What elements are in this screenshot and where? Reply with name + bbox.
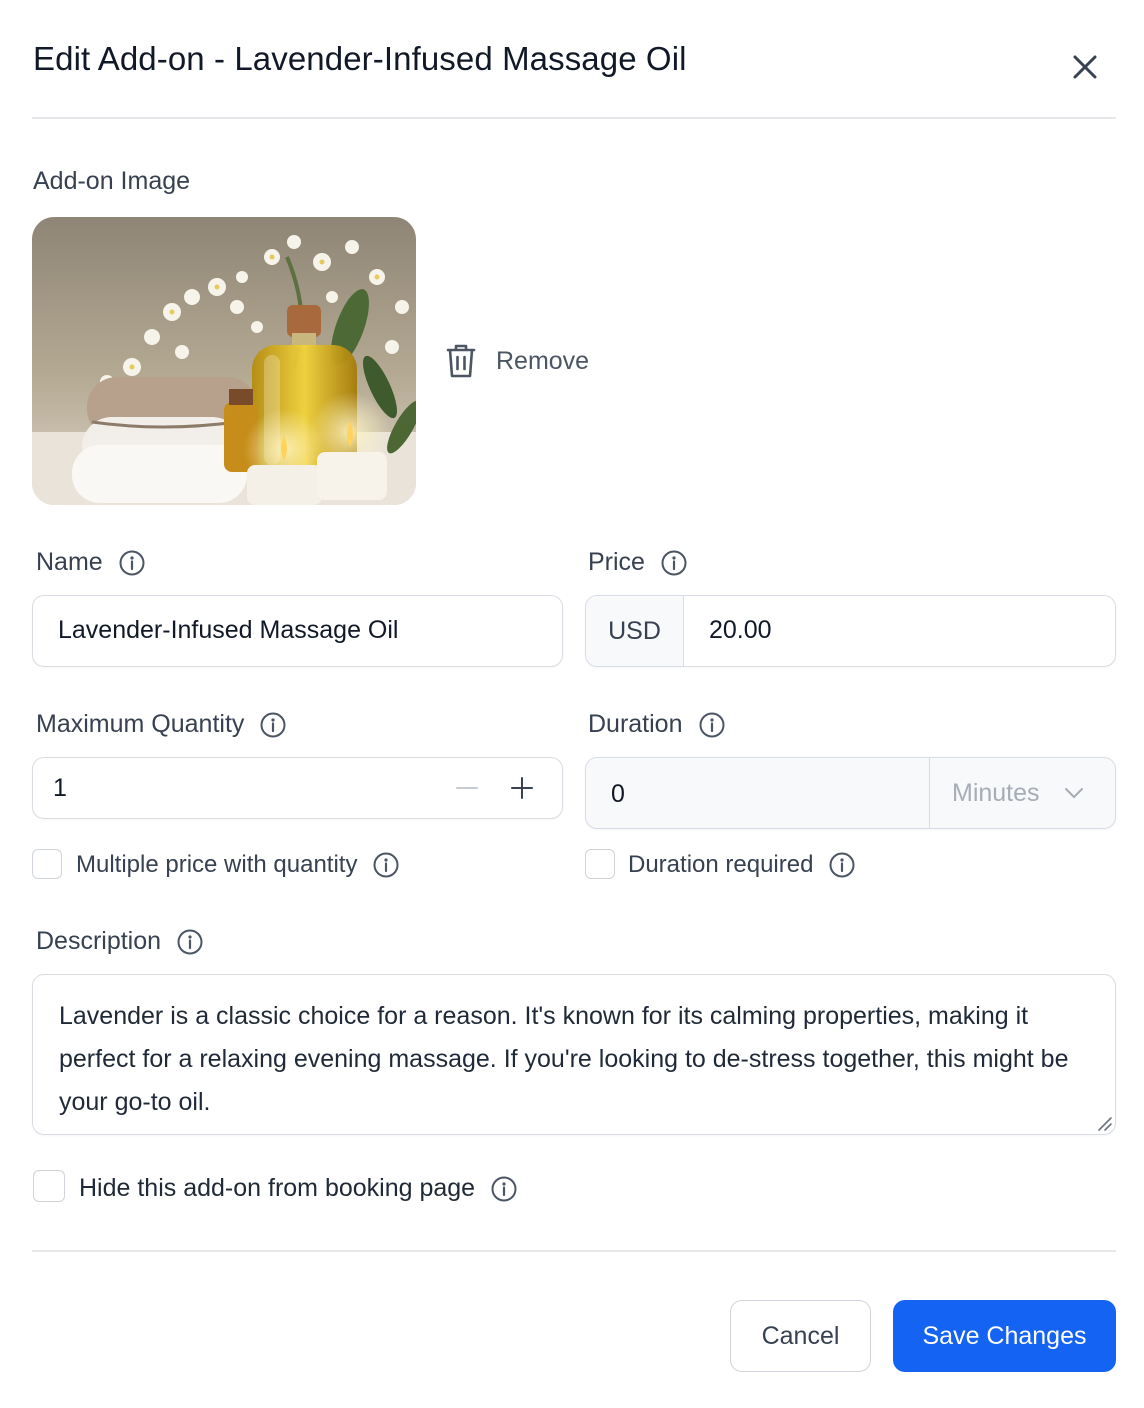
description-textarea[interactable]: Lavender is a classic choice for a reaso… xyxy=(32,974,1116,1135)
duration-label: Duration xyxy=(588,710,725,739)
chevron-down-icon xyxy=(1064,788,1083,798)
multiple-price-checkbox[interactable] xyxy=(32,849,62,879)
info-icon[interactable] xyxy=(829,852,855,878)
price-value: 20.00 xyxy=(709,616,772,644)
info-icon[interactable] xyxy=(177,929,203,955)
duration-unit-value: Minutes xyxy=(952,778,1040,807)
edit-addon-dialog: Edit Add-on - Lavender-Infused Massage O… xyxy=(0,0,1144,1408)
info-icon[interactable] xyxy=(491,1176,517,1202)
info-icon[interactable] xyxy=(119,550,145,576)
info-icon[interactable] xyxy=(699,712,725,738)
header-divider xyxy=(32,117,1116,119)
description-label: Description xyxy=(36,927,203,956)
close-button[interactable] xyxy=(1066,48,1104,86)
remove-label: Remove xyxy=(496,346,590,375)
hide-addon-checkbox[interactable] xyxy=(33,1170,65,1202)
info-icon[interactable] xyxy=(661,550,687,576)
decrement-button[interactable] xyxy=(442,766,492,810)
addon-image-label: Add-on Image xyxy=(33,167,191,195)
duration-value: 0 xyxy=(611,780,625,808)
addon-image xyxy=(32,217,416,505)
save-changes-button[interactable]: Save Changes xyxy=(893,1300,1116,1372)
minus-icon xyxy=(456,787,478,789)
remove-image-button[interactable]: Remove xyxy=(444,342,589,380)
trash-icon xyxy=(446,344,476,378)
footer-divider xyxy=(32,1250,1116,1252)
duration-input[interactable]: 0 Minutes xyxy=(585,757,1116,829)
name-input[interactable]: Lavender-Infused Massage Oil xyxy=(32,595,563,667)
cancel-button[interactable]: Cancel xyxy=(730,1300,871,1372)
close-icon xyxy=(1073,55,1097,79)
dialog-title: Edit Add-on - Lavender-Infused Massage O… xyxy=(33,40,687,77)
plus-icon xyxy=(511,777,533,799)
max-quantity-stepper[interactable]: 1 xyxy=(32,757,563,819)
description-value: Lavender is a classic choice for a reaso… xyxy=(59,1002,1069,1116)
resize-handle-icon[interactable] xyxy=(1095,1114,1113,1132)
price-label: Price xyxy=(588,548,687,577)
hide-addon-label: Hide this add-on from booking page xyxy=(79,1174,517,1203)
multiple-price-label: Multiple price with quantity xyxy=(76,851,399,879)
price-input[interactable]: USD 20.00 xyxy=(585,595,1116,667)
info-icon[interactable] xyxy=(373,852,399,878)
duration-required-checkbox[interactable] xyxy=(585,849,615,879)
duration-required-label: Duration required xyxy=(628,851,855,879)
name-label: Name xyxy=(36,548,145,577)
max-quantity-value: 1 xyxy=(53,774,67,802)
max-quantity-label: Maximum Quantity xyxy=(36,710,286,739)
increment-button[interactable] xyxy=(497,766,547,810)
info-icon[interactable] xyxy=(260,712,286,738)
currency-prefix: USD xyxy=(586,596,684,666)
duration-unit-select[interactable]: Minutes xyxy=(929,758,1115,828)
name-value: Lavender-Infused Massage Oil xyxy=(58,616,399,644)
